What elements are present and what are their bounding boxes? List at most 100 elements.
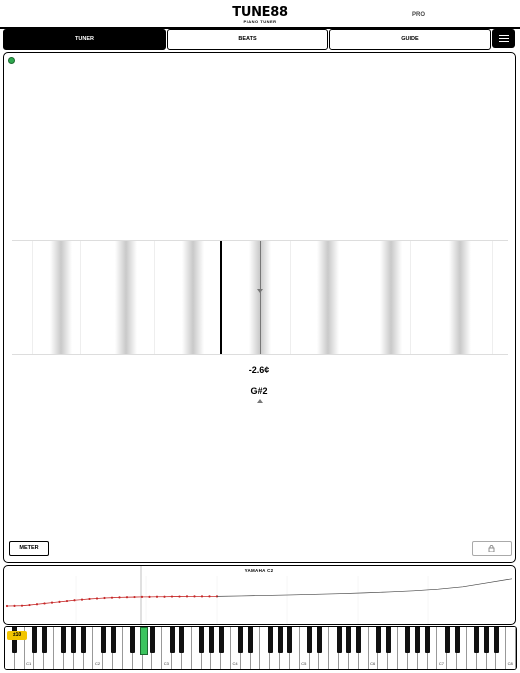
black-key[interactable]: [287, 627, 293, 653]
status-indicator: [8, 57, 15, 64]
range-badge[interactable]: ±10: [7, 631, 27, 640]
black-key[interactable]: [61, 627, 67, 653]
note-readout: G#2: [250, 386, 268, 396]
black-key[interactable]: [415, 627, 421, 653]
strobe-gridline: [80, 241, 81, 354]
black-key[interactable]: [169, 627, 175, 653]
measured-point: [103, 596, 106, 600]
octave-label: C7: [438, 661, 444, 666]
black-key[interactable]: [346, 627, 352, 653]
black-key[interactable]: [238, 627, 244, 653]
tab-guide[interactable]: GUIDE: [329, 29, 491, 50]
black-key[interactable]: [454, 627, 460, 653]
center-marker-bottom-icon: [257, 399, 263, 403]
black-key[interactable]: [110, 627, 116, 653]
octave-label: C6: [370, 661, 376, 666]
app-logo: TUNE88 PIANO TUNER: [230, 6, 290, 24]
black-key[interactable]: [179, 627, 185, 653]
black-key[interactable]: [130, 627, 136, 653]
active-key-g-sharp-2[interactable]: [139, 627, 148, 655]
black-key[interactable]: [199, 627, 205, 653]
measured-point: [95, 597, 99, 600]
strobe-band: [317, 241, 339, 354]
measured-point: [170, 595, 174, 598]
measured-point: [13, 604, 16, 607]
lock-icon: [488, 545, 495, 552]
piano-keyboard[interactable]: C1 C2 C3 C4 C5 C6 C7 C8: [4, 626, 517, 670]
measured-point: [65, 599, 69, 603]
black-key[interactable]: [218, 627, 224, 653]
measured-point: [185, 595, 189, 598]
octave-label: C4: [232, 661, 238, 666]
strobe-band: [380, 241, 402, 354]
tab-beats[interactable]: BEATS: [167, 29, 328, 50]
measured-point: [73, 599, 76, 602]
black-key[interactable]: [356, 627, 362, 653]
black-key[interactable]: [484, 627, 490, 653]
black-key[interactable]: [474, 627, 480, 653]
measured-point: [140, 595, 144, 598]
tuning-curve-graph: YAMAHA C2: [3, 565, 516, 625]
black-key[interactable]: [493, 627, 499, 653]
octave-label: C2: [94, 661, 101, 666]
target-curve-line: [216, 578, 513, 597]
pitch-needle: [220, 241, 222, 354]
black-key[interactable]: [41, 627, 47, 653]
hamburger-menu-icon[interactable]: [492, 29, 515, 48]
cents-readout: -2.6¢: [248, 365, 270, 375]
measured-point: [28, 603, 31, 607]
black-key[interactable]: [100, 627, 106, 653]
logo-title: TUNE88: [232, 5, 288, 20]
measured-point: [200, 595, 204, 598]
measured-point: [110, 596, 114, 599]
black-key[interactable]: [277, 627, 283, 653]
measured-point: [80, 598, 84, 601]
black-key[interactable]: [444, 627, 450, 653]
measured-point: [58, 600, 61, 603]
edition-label: PRO: [412, 12, 426, 18]
measured-point: [35, 603, 39, 606]
strobe-band: [182, 241, 204, 354]
measured-point: [125, 596, 129, 599]
measured-point: [193, 595, 196, 598]
lock-button[interactable]: [472, 541, 512, 556]
strobe-band: [50, 241, 72, 354]
strobe-band: [449, 241, 471, 354]
center-reference-line: [260, 241, 261, 354]
octave-label: C1: [26, 661, 32, 666]
black-key[interactable]: [149, 627, 155, 653]
black-key[interactable]: [81, 627, 87, 653]
black-key[interactable]: [248, 627, 254, 653]
strobe-gridline: [410, 241, 411, 354]
measured-point: [118, 596, 121, 599]
black-key[interactable]: [31, 627, 37, 653]
measured-point: [208, 595, 211, 598]
meter-button[interactable]: METER: [9, 541, 49, 556]
strobe-gridline: [154, 241, 155, 354]
black-key[interactable]: [375, 627, 381, 653]
black-key[interactable]: [385, 627, 391, 653]
tab-tuner[interactable]: TUNER: [3, 29, 166, 50]
black-key[interactable]: [405, 627, 411, 653]
measured-point: [88, 597, 91, 601]
black-key[interactable]: [208, 627, 214, 653]
black-key[interactable]: [425, 627, 431, 653]
strobe-gridline: [492, 241, 493, 354]
app-header: TUNE88 PIANO TUNER PRO: [0, 0, 520, 29]
measured-point: [148, 595, 151, 598]
measured-point: [133, 595, 136, 599]
measured-point: [5, 604, 9, 608]
strobe-display: [12, 240, 508, 355]
strobe-gridline: [32, 241, 33, 354]
strobe-gridline: [290, 241, 291, 354]
black-key[interactable]: [307, 627, 313, 653]
measured-point: [178, 595, 181, 598]
measured-point: [50, 601, 54, 604]
measured-point: [163, 595, 166, 598]
measured-point: [43, 602, 46, 605]
black-key[interactable]: [267, 627, 273, 653]
black-key[interactable]: [316, 627, 322, 653]
measured-point: [20, 604, 24, 607]
black-key[interactable]: [71, 627, 77, 653]
black-key[interactable]: [336, 627, 342, 653]
